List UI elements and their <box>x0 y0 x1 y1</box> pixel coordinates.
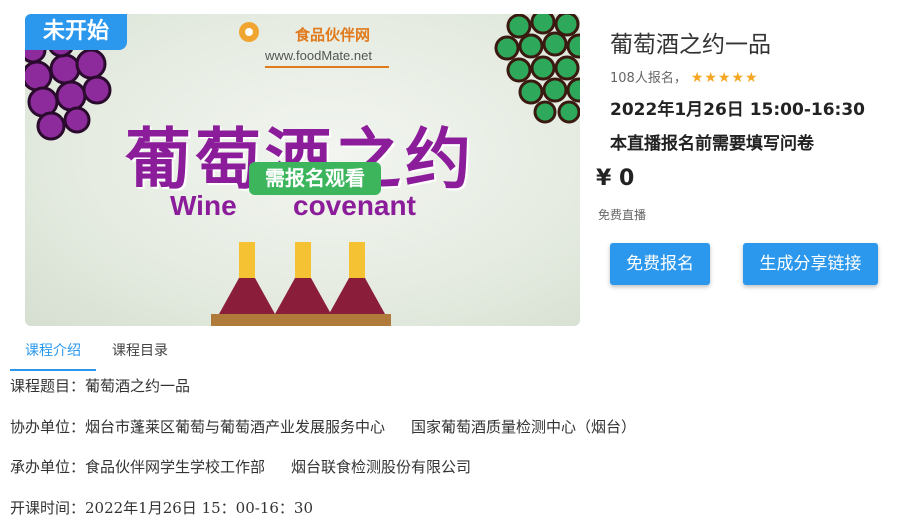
price-note: 免费直播 <box>598 208 647 222</box>
grapes-right-decoration <box>494 14 580 124</box>
live-datetime: 2022年1月26日 15:00-16:30 <box>610 100 865 120</box>
course-banner: 未开始 食品伙伴网 www.foodMate.net 葡萄酒之约 需报名观看 W… <box>25 14 580 326</box>
free-signup-button[interactable]: 免费报名 <box>610 243 710 285</box>
logo-underline <box>265 66 389 68</box>
active-tab-indicator <box>10 369 96 371</box>
co-organizer-1: 协办单位：烟台市蓬莱区葡萄与葡萄酒产业发展服务中心 <box>10 418 386 436</box>
course-tabs: 课程介绍 课程目录 <box>0 330 911 372</box>
wine-bottles-illustration <box>211 242 391 326</box>
status-badge: 未开始 <box>25 14 127 50</box>
tab-course-catalog[interactable]: 课程目录 <box>112 340 168 360</box>
tab-course-intro[interactable]: 课程介绍 <box>25 340 81 360</box>
start-time: 开课时间：2022年1月26日 15：00-16：30 <box>10 499 313 517</box>
enroll-info: 108人报名， ★★★★★ <box>610 67 759 86</box>
co-organizers: 协办单位：烟台市蓬莱区葡萄与葡萄酒产业发展服务中心 国家葡萄酒质量检测中心（烟台） <box>10 416 636 437</box>
co-organizer-2: 国家葡萄酒质量检测中心（烟台） <box>411 418 637 436</box>
banner-title-en-right: covenant <box>293 190 416 221</box>
course-topic: 课程题目：葡萄酒之约一品 <box>10 377 191 395</box>
share-link-button[interactable]: 生成分享链接 <box>743 243 878 285</box>
host-2: 烟台联食检测股份有限公司 <box>291 458 472 476</box>
rating-stars-icon: ★★★★★ <box>690 70 759 86</box>
foodmate-logo-icon <box>239 22 259 42</box>
host-1: 承办单位：食品伙伴网学生学校工作部 <box>10 458 266 476</box>
course-title: 葡萄酒之约一品 <box>610 32 771 58</box>
logo-url: www.foodMate.net <box>265 48 372 63</box>
logo-name: 食品伙伴网 <box>295 26 371 44</box>
banner-title-en-left: Wine <box>170 190 237 221</box>
price: ¥ 0 <box>596 166 635 191</box>
hosts: 承办单位：食品伙伴网学生学校工作部 烟台联食检测股份有限公司 <box>10 456 471 477</box>
enroll-count: 108人报名， <box>610 71 687 86</box>
survey-notice: 本直播报名前需要填写问卷 <box>610 134 814 154</box>
